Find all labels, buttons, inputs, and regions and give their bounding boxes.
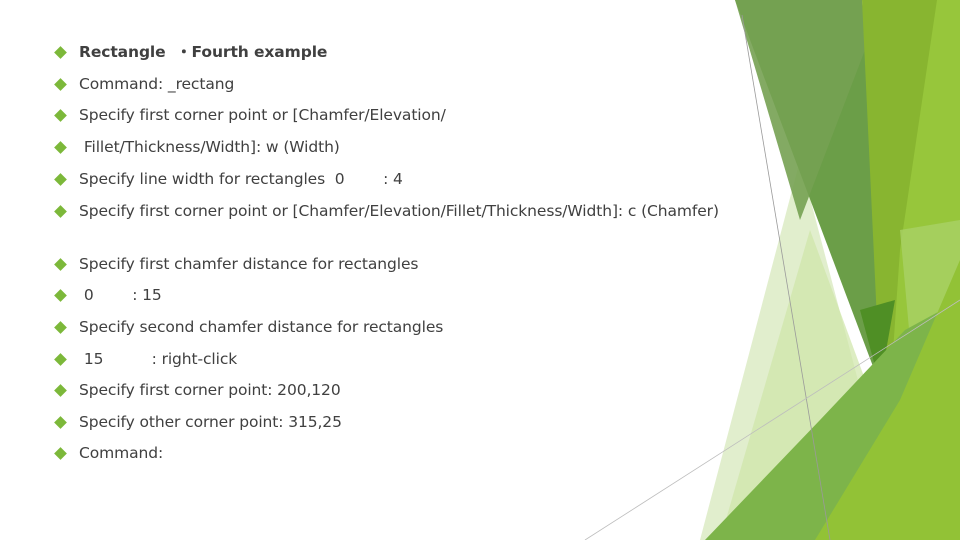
bullet-text: Specify other corner point: 315,25	[79, 413, 342, 431]
diamond-bullet-icon	[54, 258, 67, 271]
diamond-bullet-icon	[54, 447, 67, 460]
diamond-bullet-icon	[54, 289, 67, 302]
diamond-bullet-icon	[54, 384, 67, 397]
bullet-item: Specify first chamfer distance for recta…	[54, 254, 418, 275]
diamond-bullet-icon	[54, 205, 67, 218]
bullet-text: 0 : 15	[79, 286, 162, 304]
bullet-text: Command:	[79, 444, 164, 462]
bullet-item: 15 : right-click	[54, 349, 237, 370]
bullet-item: Specify other corner point: 315,25	[54, 412, 342, 433]
bullet-text: Command: _rectang	[79, 75, 235, 93]
bullet-text: Specify line width for rectangles 0 : 4	[79, 170, 403, 188]
bullet-text: Specify first corner point: 200,120	[79, 381, 341, 399]
diamond-bullet-icon	[54, 141, 67, 154]
diamond-bullet-icon	[54, 321, 67, 334]
bullet-text: Specify first corner point or [Chamfer/E…	[79, 202, 719, 220]
bullet-item: Specify first corner point or [Chamfer/E…	[54, 105, 446, 126]
bullet-item: Command: _rectang	[54, 74, 234, 95]
bullet-item: Command:	[54, 443, 163, 464]
diamond-bullet-icon	[54, 78, 67, 91]
bullet-item: Specify line width for rectangles 0 : 4	[54, 169, 403, 190]
bullet-item: Specify second chamfer distance for rect…	[54, 317, 443, 338]
diamond-bullet-icon	[54, 173, 67, 186]
diamond-bullet-icon	[54, 46, 67, 59]
bullet-item: 0 : 15	[54, 285, 162, 306]
bullet-text: 15 : right-click	[79, 350, 238, 368]
bullet-item: Specify first corner point or [Chamfer/E…	[54, 201, 719, 222]
bullet-item-title: Rectangle ・Fourth example	[54, 42, 327, 63]
bullet-text: Specify first chamfer distance for recta…	[79, 255, 419, 273]
bullet-item: Specify first corner point: 200,120	[54, 380, 341, 401]
bullet-item: Fillet/Thickness/Width]: w (Width)	[54, 137, 340, 158]
bullet-text: Specify first corner point or [Chamfer/E…	[79, 106, 446, 124]
bullet-text: Rectangle ・Fourth example	[79, 43, 328, 61]
diamond-bullet-icon	[54, 109, 67, 122]
diamond-bullet-icon	[54, 416, 67, 429]
diamond-bullet-icon	[54, 353, 67, 366]
bullet-text: Fillet/Thickness/Width]: w (Width)	[79, 138, 340, 156]
bullet-text: Specify second chamfer distance for rect…	[79, 318, 444, 336]
